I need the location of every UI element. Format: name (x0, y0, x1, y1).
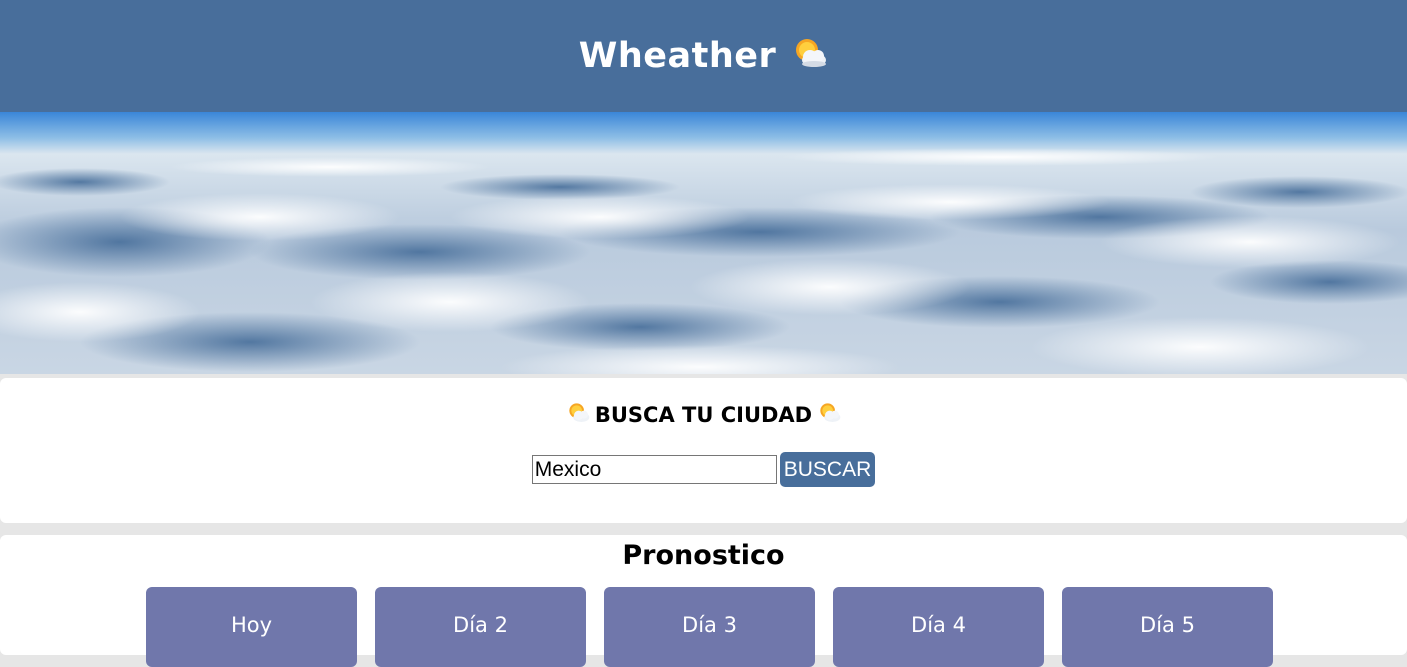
forecast-day-card[interactable]: Día 5 (1062, 587, 1273, 667)
forecast-day-label: Día 2 (453, 613, 508, 637)
forecast-day-label: Hoy (230, 613, 273, 637)
forecast-day-card[interactable]: Día 3 (604, 587, 815, 667)
forecast-day-card[interactable]: Día 2 (375, 587, 586, 667)
forecast-title: Pronostico (622, 540, 785, 571)
sun-behind-cloud-icon (565, 400, 591, 429)
forecast-day-label: Día 5 (1140, 613, 1195, 637)
search-section: BUSCA TU CIUDAD BUSCAR (0, 378, 1407, 523)
city-search-input[interactable] (531, 455, 777, 484)
forecast-day-label: Día 4 (911, 613, 966, 637)
forecast-section: Pronostico Hoy Día 2 Día 3 Día 4 Día 5 (0, 535, 1407, 667)
clouds-above-image (0, 112, 1407, 374)
forecast-day-label: Día 3 (682, 613, 737, 637)
search-title-text: BUSCA TU CIUDAD (594, 402, 813, 427)
forecast-day-card[interactable]: Día 4 (833, 587, 1044, 667)
sun-behind-cloud-icon (816, 400, 842, 429)
app-title: Wheather (579, 34, 829, 79)
app-header: Wheather (0, 0, 1407, 112)
forecast-day-card[interactable]: Hoy (146, 587, 357, 667)
search-title: BUSCA TU CIUDAD (0, 400, 1407, 429)
sun-behind-cloud-icon (790, 34, 828, 79)
app-title-text: Wheather (578, 36, 777, 76)
search-row: BUSCAR (0, 452, 1407, 487)
forecast-days: Hoy Día 2 Día 3 Día 4 Día 5 (146, 587, 1273, 667)
search-button[interactable]: BUSCAR (779, 452, 876, 487)
